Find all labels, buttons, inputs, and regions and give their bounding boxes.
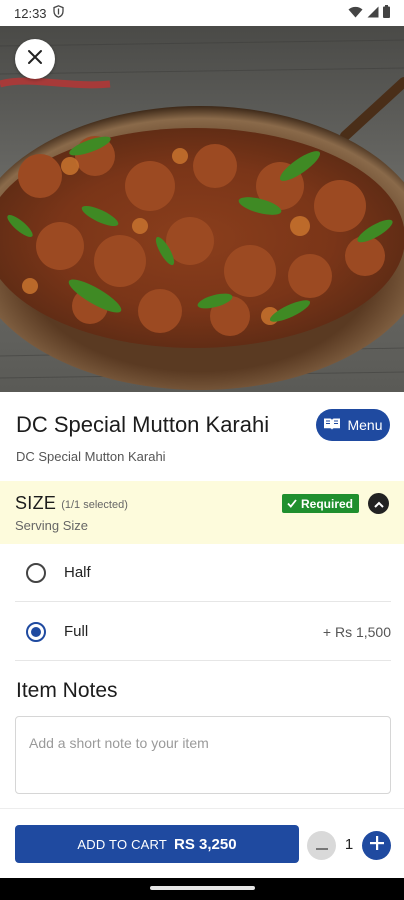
collapse-button[interactable]: [368, 493, 389, 514]
size-option-full[interactable]: Full + Rs 1,500: [15, 603, 391, 661]
item-title: DC Special Mutton Karahi: [16, 412, 270, 437]
menu-button[interactable]: Menu: [316, 409, 390, 441]
option-label: Half: [64, 564, 91, 581]
menu-book-icon: [323, 417, 341, 434]
close-button[interactable]: [15, 39, 55, 79]
size-group-title: SIZE: [15, 493, 57, 513]
option-price: + Rs 1,500: [322, 623, 391, 640]
plus-icon: [369, 836, 384, 855]
minus-icon: [315, 837, 328, 855]
close-icon: [27, 49, 43, 70]
radio-half[interactable]: [26, 562, 46, 583]
signal-icon: [367, 6, 379, 21]
cart-bar: ADD TO CART RS 3,250 1: [0, 808, 404, 878]
home-indicator[interactable]: [150, 886, 255, 890]
item-notes-input[interactable]: [15, 716, 391, 794]
size-option-half[interactable]: Half: [15, 544, 391, 602]
menu-button-label: Menu: [347, 417, 383, 433]
radio-full[interactable]: [26, 621, 46, 642]
item-subtitle: DC Special Mutton Karahi: [16, 449, 166, 464]
add-to-cart-button[interactable]: ADD TO CART RS 3,250: [15, 825, 299, 863]
check-icon: [287, 497, 297, 511]
item-notes-title: Item Notes: [16, 679, 118, 702]
required-label: Required: [300, 496, 353, 511]
status-time: 12:33: [14, 5, 47, 21]
system-nav-bar: [0, 878, 404, 900]
status-bar: 12:33: [0, 0, 404, 26]
item-header: DC Special Mutton Karahi Menu: [16, 408, 390, 442]
quantity-increase-button[interactable]: [362, 831, 391, 860]
battery-icon: [383, 5, 390, 21]
size-option-group: SIZE (1/1 selected) Required Serving Siz…: [0, 481, 404, 544]
size-selected-info: (1/1 selected): [61, 498, 128, 511]
add-to-cart-label: ADD TO CART: [77, 836, 168, 852]
quantity-decrease-button[interactable]: [307, 831, 336, 860]
quantity-value: 1: [344, 836, 354, 853]
wifi-icon: [348, 6, 363, 21]
cart-amount: RS 3,250: [174, 835, 237, 853]
option-label: Full: [64, 623, 89, 640]
food-image: [0, 26, 404, 392]
required-badge: Required: [281, 494, 359, 513]
size-group-subtitle: Serving Size: [15, 518, 88, 533]
chevron-up-icon: [373, 495, 384, 513]
shield-status-icon: [52, 5, 64, 21]
